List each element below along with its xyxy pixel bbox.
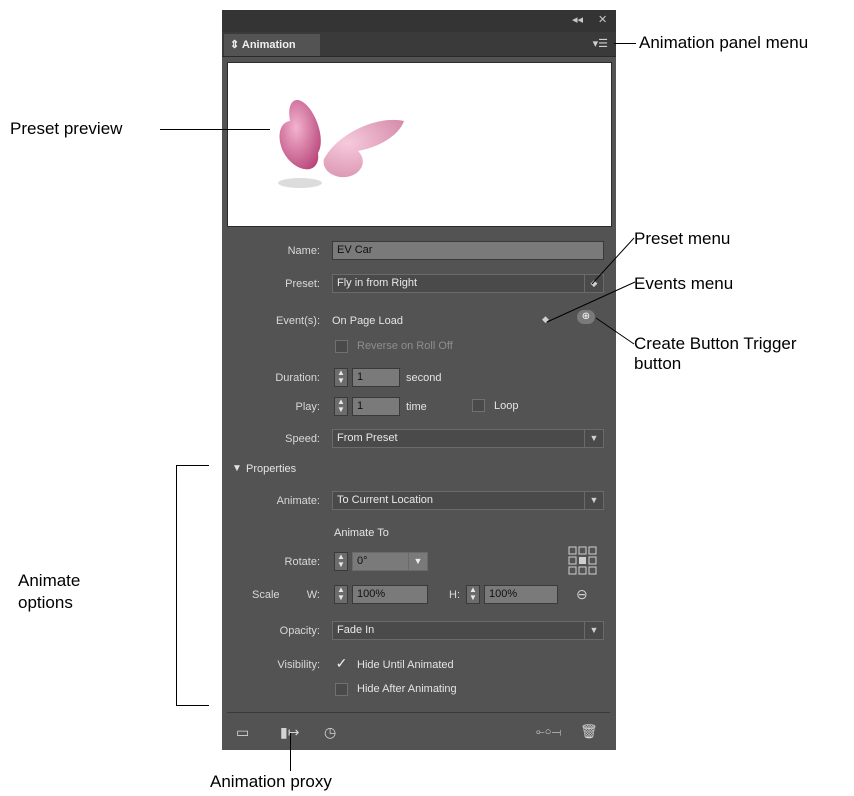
collapse-icon[interactable]: ◂◂ xyxy=(572,13,583,26)
chevron-down-icon: ▼ xyxy=(584,492,603,509)
callout-create-button-trigger-2: button xyxy=(634,354,682,373)
bracket-line xyxy=(176,465,177,706)
loop-label: Loop xyxy=(494,400,519,412)
reverse-label: Reverse on Roll Off xyxy=(357,340,453,352)
bracket-line xyxy=(176,705,209,706)
animation-panel: ◂◂ ✕ ⇕ Animation ▾☰ Name: EV Car Preset:… xyxy=(222,10,616,750)
preview-spread-icon[interactable]: ▭ xyxy=(236,724,249,741)
reference-point-icon[interactable] xyxy=(568,546,598,576)
chevron-down-icon: ▼ xyxy=(584,430,603,447)
callout-animation-proxy: Animation proxy xyxy=(210,772,332,791)
chevron-down-icon: ▼ xyxy=(584,622,603,639)
chevron-down-icon: ▼ xyxy=(408,553,427,570)
scale-h-field[interactable]: 100% xyxy=(484,585,558,604)
properties-header: Properties xyxy=(246,463,297,475)
play-stepper[interactable]: ▲ ▼ xyxy=(334,397,348,416)
callout-line xyxy=(614,43,636,44)
animate-label: Animate: xyxy=(276,495,320,507)
play-label: Play: xyxy=(295,401,320,413)
events-value: On Page Load xyxy=(332,315,403,327)
scale-h-label: H: xyxy=(449,589,460,601)
opacity-value: Fade In xyxy=(337,624,375,636)
play-unit: time xyxy=(406,401,427,413)
rotate-label: Rotate: xyxy=(284,556,320,568)
bracket-line xyxy=(176,465,209,466)
hide-after-label: Hide After Animating xyxy=(357,683,457,695)
callout-line xyxy=(290,733,291,771)
duration-label: Duration: xyxy=(275,372,320,384)
speed-dropdown[interactable]: From Preset ▼ xyxy=(332,429,604,448)
name-label: Name: xyxy=(287,245,320,257)
trash-icon[interactable]: 🗑 xyxy=(580,723,598,740)
rotate-value: 0° xyxy=(357,555,368,567)
disclosure-triangle-icon[interactable]: ▼ xyxy=(232,463,242,474)
panel-title-bar: ◂◂ ✕ xyxy=(222,10,616,32)
close-icon[interactable]: ✕ xyxy=(598,13,607,26)
scale-h-stepper[interactable]: ▲ ▼ xyxy=(466,585,480,604)
divider xyxy=(227,712,610,713)
scale-w-label: W: xyxy=(306,589,320,601)
opacity-dropdown[interactable]: Fade In ▼ xyxy=(332,621,604,640)
play-field[interactable]: 1 xyxy=(352,397,400,416)
panel-menu-icon[interactable]: ▾☰ xyxy=(593,37,608,50)
visibility-label: Visibility: xyxy=(277,659,320,671)
opacity-label: Opacity: xyxy=(279,625,320,637)
callout-create-button-trigger: Create Button Trigger xyxy=(634,334,797,353)
callout-preset-menu: Preset menu xyxy=(634,229,731,248)
butterfly-image xyxy=(278,99,404,188)
duration-field[interactable]: 1 xyxy=(352,368,400,387)
scale-w-field[interactable]: 100% xyxy=(352,585,428,604)
callout-animate-options-2: options xyxy=(18,593,73,612)
scale-label: Scale xyxy=(252,589,280,601)
check-icon[interactable]: ✓ xyxy=(335,656,348,670)
preset-preview xyxy=(227,62,612,227)
hide-after-checkbox[interactable] xyxy=(335,683,348,696)
tab-expand-icon: ⇕ xyxy=(230,39,242,51)
hide-until-label: Hide Until Animated xyxy=(357,659,454,671)
name-field[interactable]: EV Car xyxy=(332,241,604,260)
duration-unit: second xyxy=(406,372,442,384)
timing-icon[interactable]: ◷ xyxy=(324,724,336,741)
preset-value: Fly in from Right xyxy=(337,277,418,289)
reverse-checkbox[interactable] xyxy=(335,340,348,353)
events-label: Event(s): xyxy=(275,315,320,327)
tab-label: Animation xyxy=(241,39,296,51)
callout-preset-preview: Preset preview xyxy=(10,119,123,138)
callout-events-menu: Events menu xyxy=(634,274,734,293)
animate-value: To Current Location xyxy=(337,494,433,506)
callout-animate-options: Animate xyxy=(18,571,81,590)
rotate-dropdown[interactable]: 0° ▼ xyxy=(352,552,428,571)
animate-dropdown[interactable]: To Current Location ▼ xyxy=(332,491,604,510)
convert-motion-path-icon[interactable]: ⟜○⟞ xyxy=(536,726,561,739)
callout-line xyxy=(591,237,635,285)
callout-line xyxy=(160,129,270,130)
loop-checkbox[interactable] xyxy=(472,399,485,412)
tab-row: ⇕ Animation ▾☰ xyxy=(222,32,616,57)
rotate-stepper[interactable]: ▲ ▼ xyxy=(334,552,348,571)
callout-panel-menu: Animation panel menu xyxy=(639,33,809,52)
speed-value: From Preset xyxy=(337,432,398,444)
callout-line xyxy=(595,317,635,345)
tab-animation[interactable]: ⇕ Animation xyxy=(224,34,320,56)
link-icon[interactable]: ⊖ xyxy=(576,586,588,603)
preset-label: Preset: xyxy=(285,278,320,290)
animate-to-label: Animate To xyxy=(334,527,389,539)
speed-label: Speed: xyxy=(285,433,320,445)
scale-w-stepper[interactable]: ▲ ▼ xyxy=(334,585,348,604)
duration-stepper[interactable]: ▲ ▼ xyxy=(334,368,348,387)
